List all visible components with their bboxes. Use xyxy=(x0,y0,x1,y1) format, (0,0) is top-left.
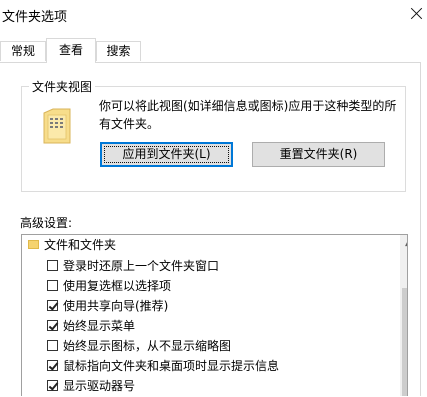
window-title: 文件夹选项 xyxy=(2,10,68,25)
checkbox[interactable] xyxy=(47,260,58,271)
checkbox[interactable] xyxy=(47,280,58,291)
list-item-label: 鼠标指向文件夹和桌面项时显示提示信息 xyxy=(63,359,280,373)
chevron-up-icon[interactable]: ▲ xyxy=(400,235,407,252)
list-item-label: 显示驱动器号 xyxy=(63,379,136,393)
tree-root-label: 文件和文件夹 xyxy=(44,238,117,252)
checkbox[interactable] xyxy=(47,300,58,311)
reset-folders-button[interactable]: 重置文件夹(R) xyxy=(252,142,385,167)
tree-scrollbar[interactable]: ▲ xyxy=(400,235,407,396)
list-item-label: 使用复选框以选择项 xyxy=(63,279,172,293)
checkbox[interactable] xyxy=(47,320,58,331)
advanced-settings-tree[interactable]: 文件和文件夹 登录时还原上一个文件夹窗口 使用复选框以选择项 使用共享向导(推荐… xyxy=(21,234,408,396)
tab-search[interactable]: 搜索 xyxy=(96,41,141,61)
folder-views-legend: 文件夹视图 xyxy=(29,78,96,95)
checkbox[interactable] xyxy=(47,360,58,371)
scroll-thumb[interactable] xyxy=(402,288,407,396)
tab-strip: 常规 查看 搜索 xyxy=(0,38,427,63)
checkbox[interactable] xyxy=(47,380,58,391)
list-item-label: 始终显示菜单 xyxy=(63,319,136,333)
panel-border-right xyxy=(420,62,421,396)
close-icon[interactable] xyxy=(410,7,423,20)
checkbox[interactable] xyxy=(47,340,58,351)
tab-general[interactable]: 常规 xyxy=(0,41,46,61)
apply-to-folders-button[interactable]: 应用到文件夹(L) xyxy=(100,142,233,167)
list-item-label: 始终显示图标，从不显示缩略图 xyxy=(63,339,232,353)
folder-small-icon xyxy=(28,240,39,249)
advanced-settings-label: 高级设置: xyxy=(20,216,73,230)
list-item-label: 使用共享向导(推荐) xyxy=(63,299,169,313)
list-item-label: 登录时还原上一个文件夹窗口 xyxy=(63,259,220,273)
tab-view[interactable]: 查看 xyxy=(46,38,96,63)
title-bar: 文件夹选项 xyxy=(0,0,427,32)
folder-icon xyxy=(43,108,71,144)
folder-views-description: 你可以将此视图(如详细信息或图标)应用于这种类型的所有文件夹。 xyxy=(99,99,397,131)
